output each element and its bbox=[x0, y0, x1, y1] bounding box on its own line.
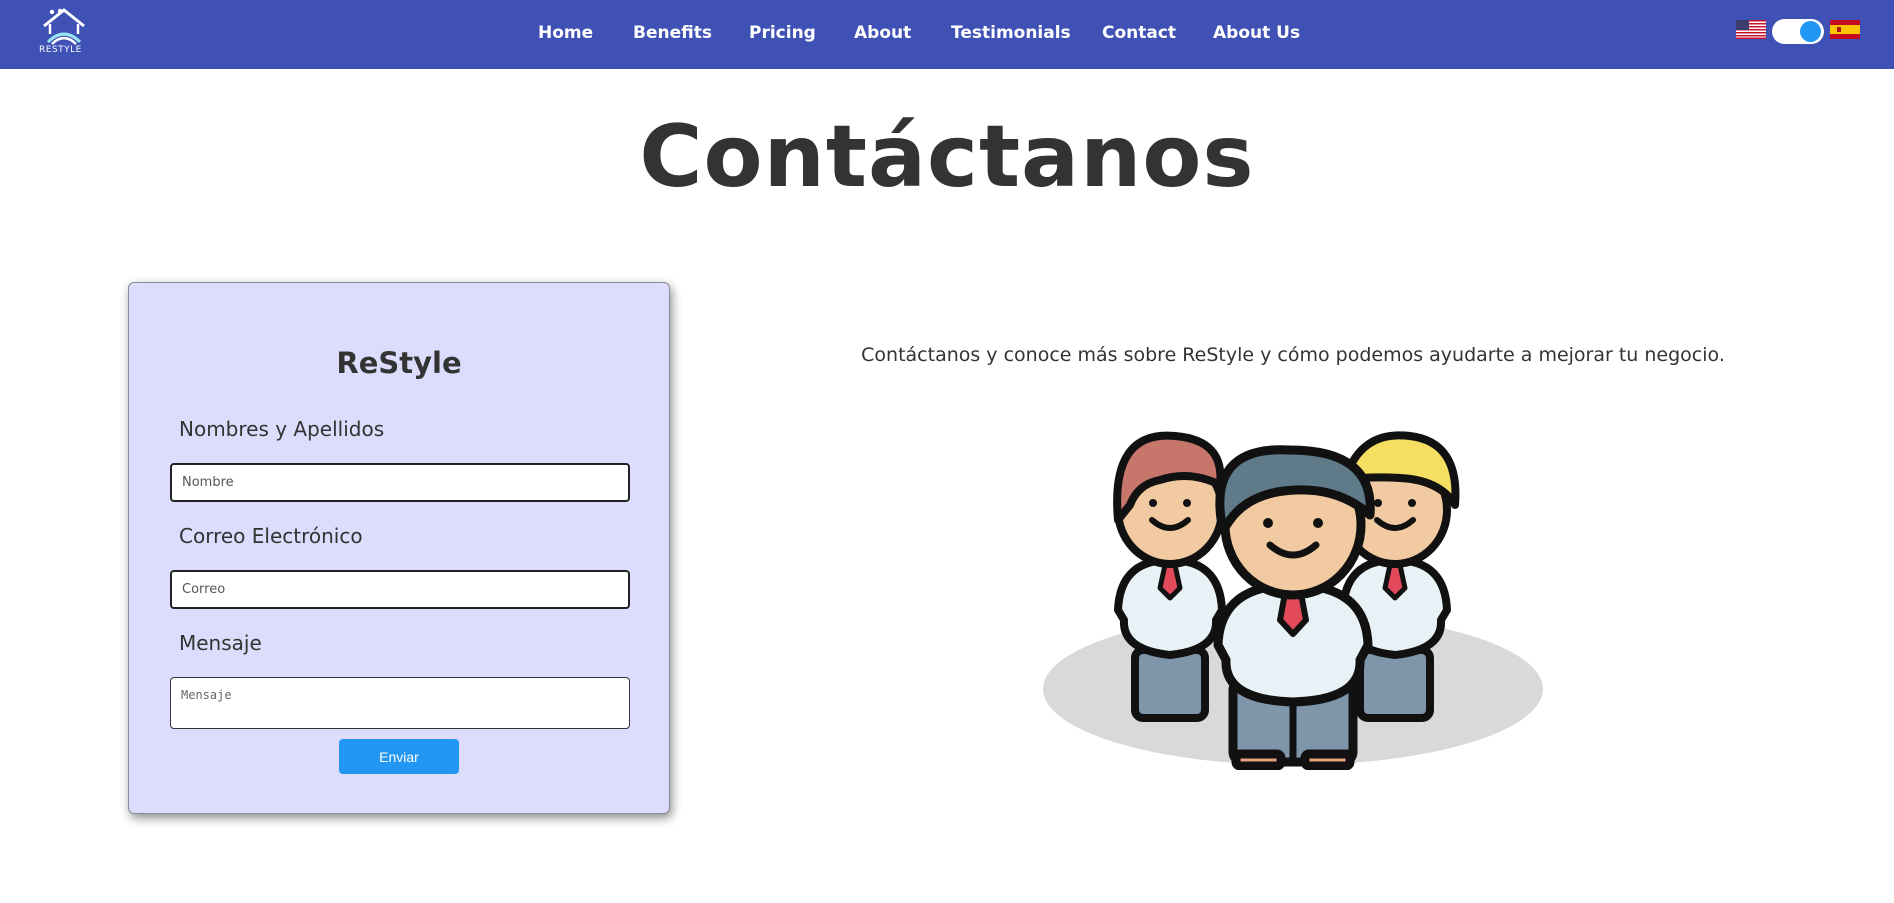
message-textarea[interactable] bbox=[170, 677, 630, 729]
name-input[interactable] bbox=[170, 463, 630, 502]
nav-home[interactable]: Home bbox=[538, 23, 593, 43]
center-person-icon bbox=[1213, 445, 1375, 770]
nav-about-us[interactable]: About Us bbox=[1213, 23, 1300, 43]
name-label: Nombres y Apellidos bbox=[179, 417, 385, 441]
nav-pricing[interactable]: Pricing bbox=[749, 23, 816, 43]
nav-links: Home Benefits Pricing About Testimonials… bbox=[0, 0, 1894, 69]
team-people-illustration bbox=[1043, 431, 1543, 770]
nav-about[interactable]: About bbox=[854, 23, 911, 43]
email-input[interactable] bbox=[170, 570, 630, 609]
toggle-knob bbox=[1800, 21, 1821, 42]
form-title: ReStyle bbox=[336, 346, 462, 380]
nav-benefits[interactable]: Benefits bbox=[633, 23, 712, 43]
email-label: Correo Electrónico bbox=[179, 524, 363, 548]
left-person-icon bbox=[1113, 431, 1226, 722]
nav-contact[interactable]: Contact bbox=[1102, 23, 1176, 43]
language-toggle[interactable] bbox=[1772, 19, 1824, 44]
us-flag-icon[interactable] bbox=[1736, 20, 1766, 39]
contact-form-card: ReStyle Nombres y Apellidos Correo Elect… bbox=[128, 282, 670, 814]
page-title: Contáctanos bbox=[639, 107, 1255, 207]
top-navbar: RESTYLE Home Benefits Pricing About Test… bbox=[0, 0, 1894, 69]
submit-button[interactable]: Enviar bbox=[339, 739, 459, 774]
spain-flag-icon[interactable] bbox=[1830, 20, 1860, 39]
contact-tagline: Contáctanos y conoce más sobre ReStyle y… bbox=[861, 344, 1725, 366]
nav-testimonials[interactable]: Testimonials bbox=[951, 23, 1071, 43]
message-label: Mensaje bbox=[179, 631, 262, 655]
